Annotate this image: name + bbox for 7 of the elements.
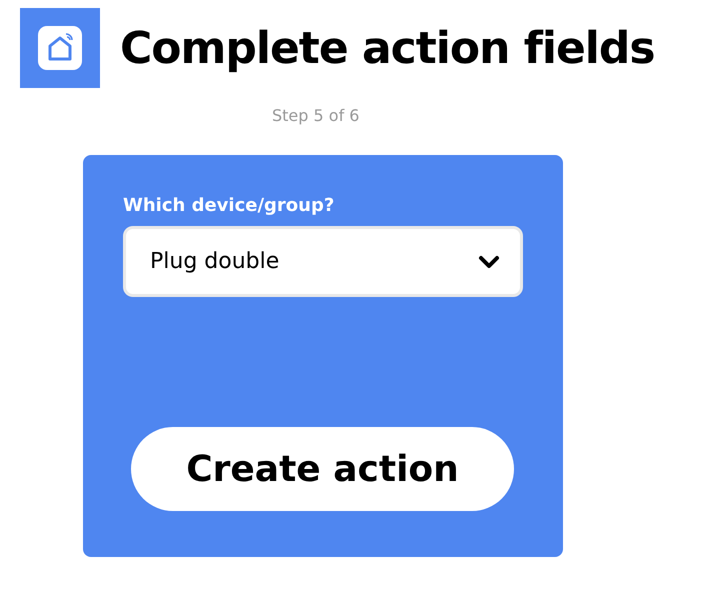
page-title: Complete action fields bbox=[120, 22, 655, 74]
device-select[interactable]: Plug double bbox=[123, 226, 523, 297]
step-indicator: Step 5 of 6 bbox=[272, 106, 360, 125]
create-action-button[interactable]: Create action bbox=[131, 427, 514, 511]
chevron-down-icon bbox=[478, 254, 500, 268]
field-label: Which device/group? bbox=[123, 195, 336, 216]
app-logo-icon bbox=[20, 8, 100, 88]
